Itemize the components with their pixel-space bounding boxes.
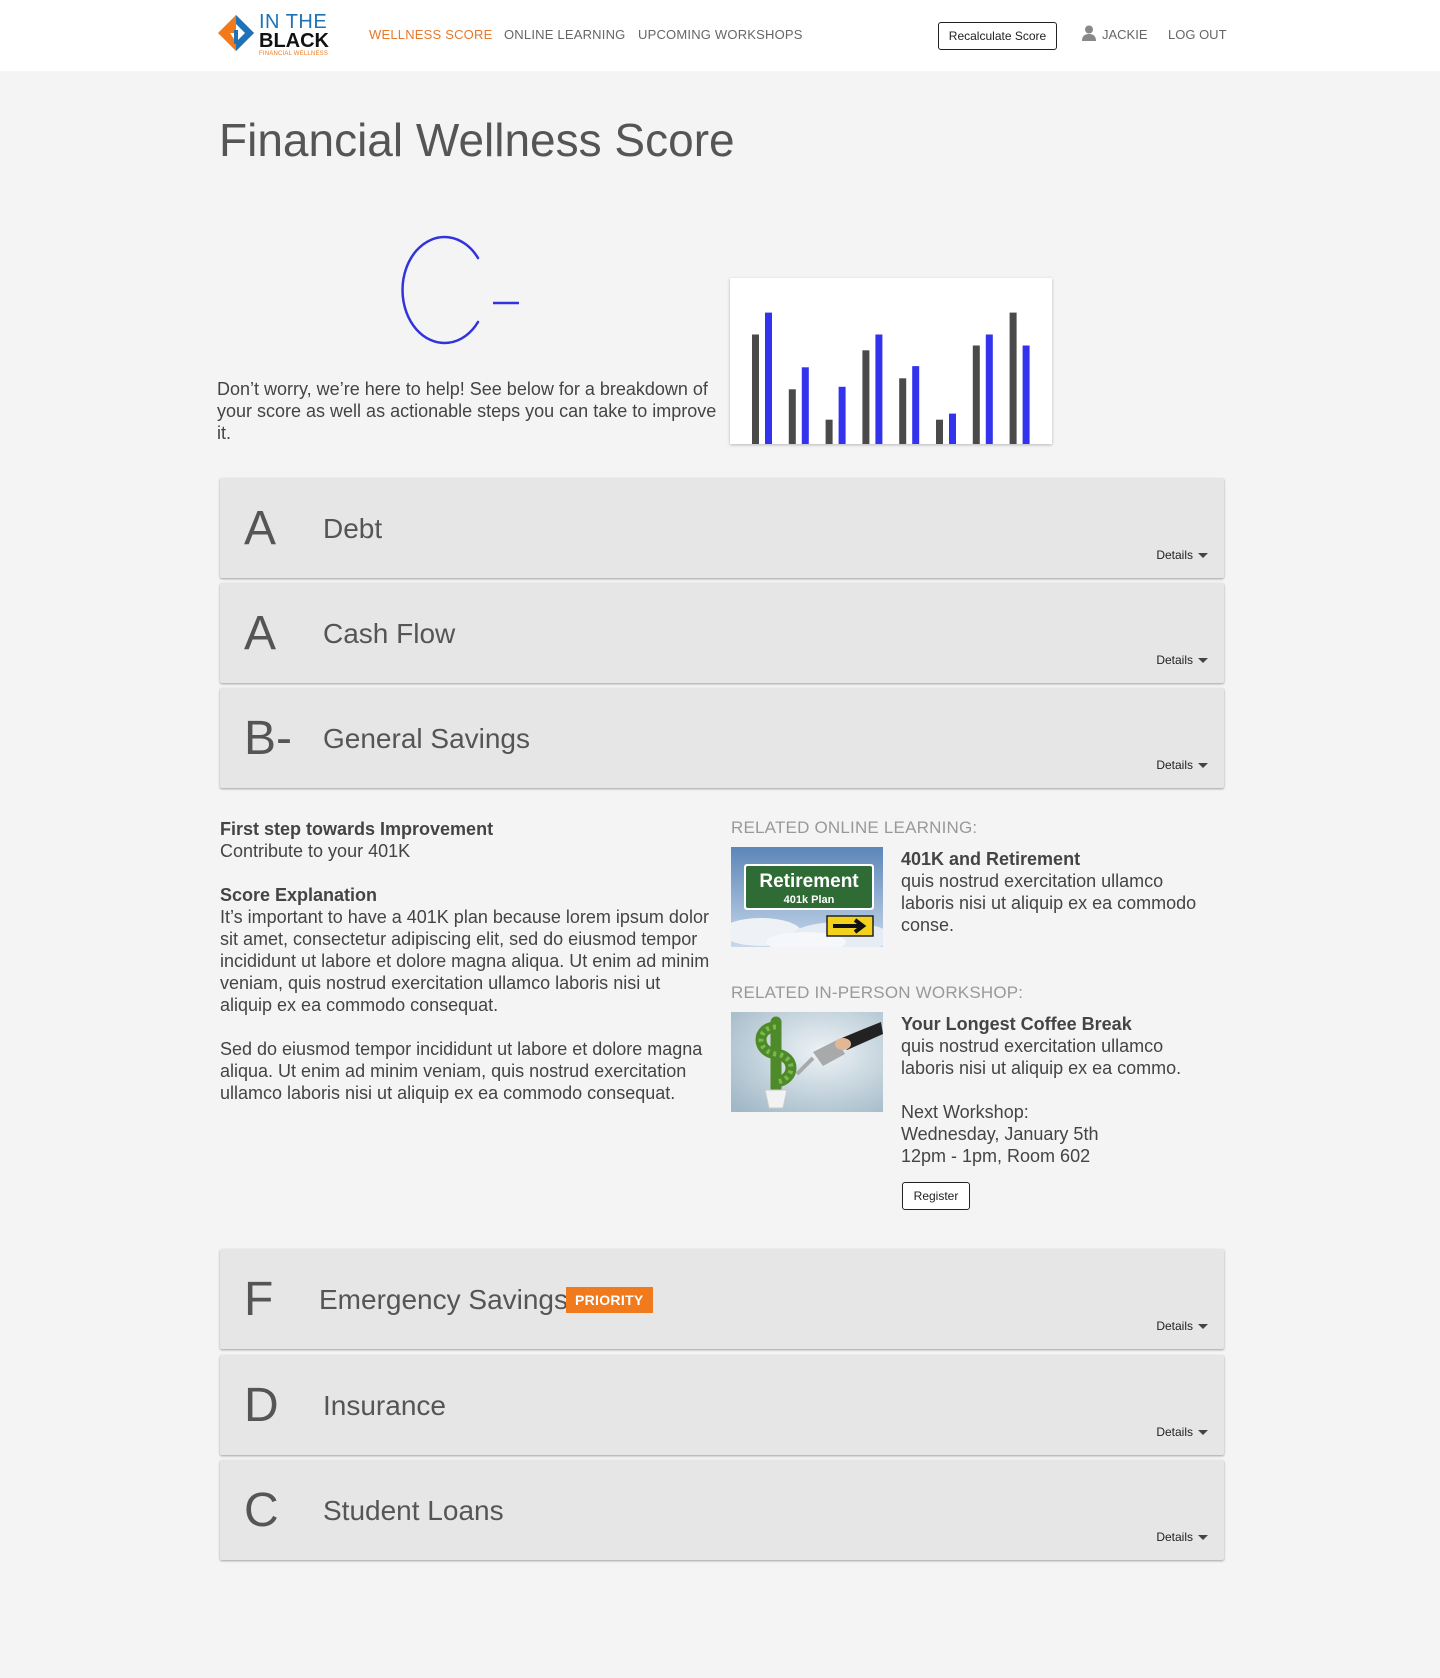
details-label: Details: [1156, 758, 1193, 772]
user-icon: [1082, 25, 1096, 41]
next-workshop-time-room: 12pm - 1pm, Room 602: [901, 1146, 1091, 1166]
category-grade: F: [244, 1273, 274, 1326]
related-course-description: quis nostrud exercitation ullamco labori…: [901, 871, 1197, 935]
logo-line-2: BLACK: [259, 30, 329, 52]
score-bar-chart: [752, 312, 1030, 445]
chart-bar: [752, 334, 759, 444]
chart-bar: [912, 366, 920, 444]
category-panel-general-savings[interactable]: B- General Savings Details: [220, 688, 1224, 788]
money-plant-image: [731, 1012, 883, 1112]
nav-online-learning[interactable]: ONLINE LEARNING: [504, 27, 625, 42]
category-name: Emergency Savings: [319, 1284, 569, 1315]
chart-bar: [1009, 312, 1017, 444]
priority-badge: PRIORITY: [566, 1287, 653, 1313]
chart-bar: [801, 367, 809, 444]
workshop-description: quis nostrud exercitation ullamco labori…: [901, 1036, 1182, 1078]
nav-wellness-score[interactable]: WELLNESS SCORE: [369, 27, 492, 42]
chart-bar: [862, 350, 870, 444]
category-name: Insurance: [323, 1390, 446, 1421]
category-grade: B-: [244, 712, 292, 765]
details-toggle[interactable]: Details: [1156, 653, 1208, 667]
chart-bar: [936, 419, 943, 444]
in-the-black-logo[interactable]: IN THE BLACK FINANCIAL WELLNESS: [218, 12, 338, 58]
details-label: Details: [1156, 1530, 1193, 1544]
details-label: Details: [1156, 653, 1193, 667]
category-grade: A: [244, 502, 277, 555]
caret-down-icon: [1198, 1430, 1208, 1436]
top-navigation-bar: IN THE BLACK FINANCIAL WELLNESS WELLNESS…: [0, 0, 1440, 71]
related-course-title[interactable]: 401K and Retirement: [901, 848, 1221, 870]
nav-upcoming-workshops[interactable]: UPCOMING WORKSHOPS: [638, 27, 803, 42]
overall-grade-glyph: [401, 235, 519, 345]
workshop-image[interactable]: [731, 1012, 883, 1112]
recalculate-score-button[interactable]: Recalculate Score: [938, 22, 1057, 50]
details-toggle[interactable]: Details: [1156, 1425, 1208, 1439]
category-panel-insurance[interactable]: D Insurance Details: [220, 1355, 1224, 1455]
category-name: Debt: [323, 513, 383, 544]
related-online-learning-heading: RELATED ONLINE LEARNING:: [731, 818, 978, 837]
chart-bar: [838, 386, 846, 444]
logo-line-3: FINANCIAL WELLNESS: [259, 51, 329, 57]
category-panel-debt[interactable]: A Debt Details: [220, 478, 1224, 578]
chart-bar: [1022, 345, 1030, 444]
score-explanation-heading: Score Explanation: [220, 885, 378, 905]
category-grade: C: [244, 1484, 279, 1537]
details-toggle[interactable]: Details: [1156, 1530, 1208, 1544]
chart-bar: [825, 419, 833, 444]
chart-bar: [788, 389, 796, 445]
first-step-heading: First step towards Improvement: [220, 819, 494, 839]
category-name: Cash Flow: [323, 618, 456, 649]
related-workshop-info: Your Longest Coffee Break quis nostrud e…: [901, 1013, 1221, 1167]
chart-bar: [875, 334, 883, 444]
category-panel-student-loans[interactable]: C Student Loans Details: [220, 1460, 1224, 1560]
sign-subtitle: 401k Plan: [784, 894, 835, 906]
details-label: Details: [1156, 1425, 1193, 1439]
register-button[interactable]: Register: [902, 1182, 970, 1210]
category-grade: D: [244, 1379, 279, 1432]
logout-link[interactable]: LOG OUT: [1168, 27, 1227, 42]
details-label: Details: [1156, 548, 1193, 562]
details-toggle[interactable]: Details: [1156, 548, 1208, 562]
workshop-title[interactable]: Your Longest Coffee Break: [901, 1013, 1221, 1035]
retirement-sign-image: Retirement 401k Plan: [731, 847, 883, 947]
chart-bar: [949, 413, 956, 444]
chart-bar: [972, 345, 980, 444]
related-online-learning-info: 401K and Retirement quis nostrud exercit…: [901, 848, 1221, 936]
category-panel-emergency-savings[interactable]: F Emergency Savings PRIORITY Details: [220, 1249, 1224, 1349]
overall-grade: C-: [380, 228, 540, 358]
logo-mark-icon: [218, 15, 254, 51]
score-explanation-paragraph-2: Sed do eiusmod tempor incididunt ut labo…: [220, 1039, 703, 1103]
page-title: Financial Wellness Score: [219, 114, 735, 166]
details-toggle[interactable]: Details: [1156, 758, 1208, 772]
chart-bar: [985, 334, 993, 444]
user-name: JACKIE: [1102, 27, 1148, 42]
category-panel-cash-flow[interactable]: A Cash Flow Details: [220, 583, 1224, 683]
related-workshop-heading: RELATED IN-PERSON WORKSHOP:: [731, 983, 1024, 1002]
caret-down-icon: [1198, 658, 1208, 664]
chart-bar: [765, 312, 772, 444]
retirement-course-image[interactable]: Retirement 401k Plan: [731, 847, 883, 947]
category-name: General Savings: [323, 723, 531, 754]
general-savings-details: First step towards Improvement Contribut…: [220, 818, 710, 1104]
caret-down-icon: [1198, 1324, 1208, 1330]
caret-down-icon: [1198, 1535, 1208, 1541]
details-toggle[interactable]: Details: [1156, 1319, 1208, 1333]
logo-line-1: IN THE: [259, 11, 328, 33]
details-label: Details: [1156, 1319, 1193, 1333]
sign-title: Retirement: [759, 871, 859, 892]
category-name: Student Loans: [323, 1495, 504, 1526]
score-explanation-paragraph-1: It’s important to have a 401K plan becau…: [220, 907, 710, 1015]
caret-down-icon: [1198, 763, 1208, 769]
category-grade: A: [244, 607, 277, 660]
score-history-chart: [730, 278, 1052, 445]
score-intro-text: Don’t worry, we’re here to help! See bel…: [217, 379, 717, 443]
caret-down-icon: [1198, 553, 1208, 559]
chart-bar: [899, 378, 907, 444]
next-workshop-date: Wednesday, January 5th: [901, 1124, 1099, 1144]
next-workshop-label: Next Workshop:: [901, 1102, 1029, 1122]
first-step-text: Contribute to your 401K: [220, 841, 411, 861]
